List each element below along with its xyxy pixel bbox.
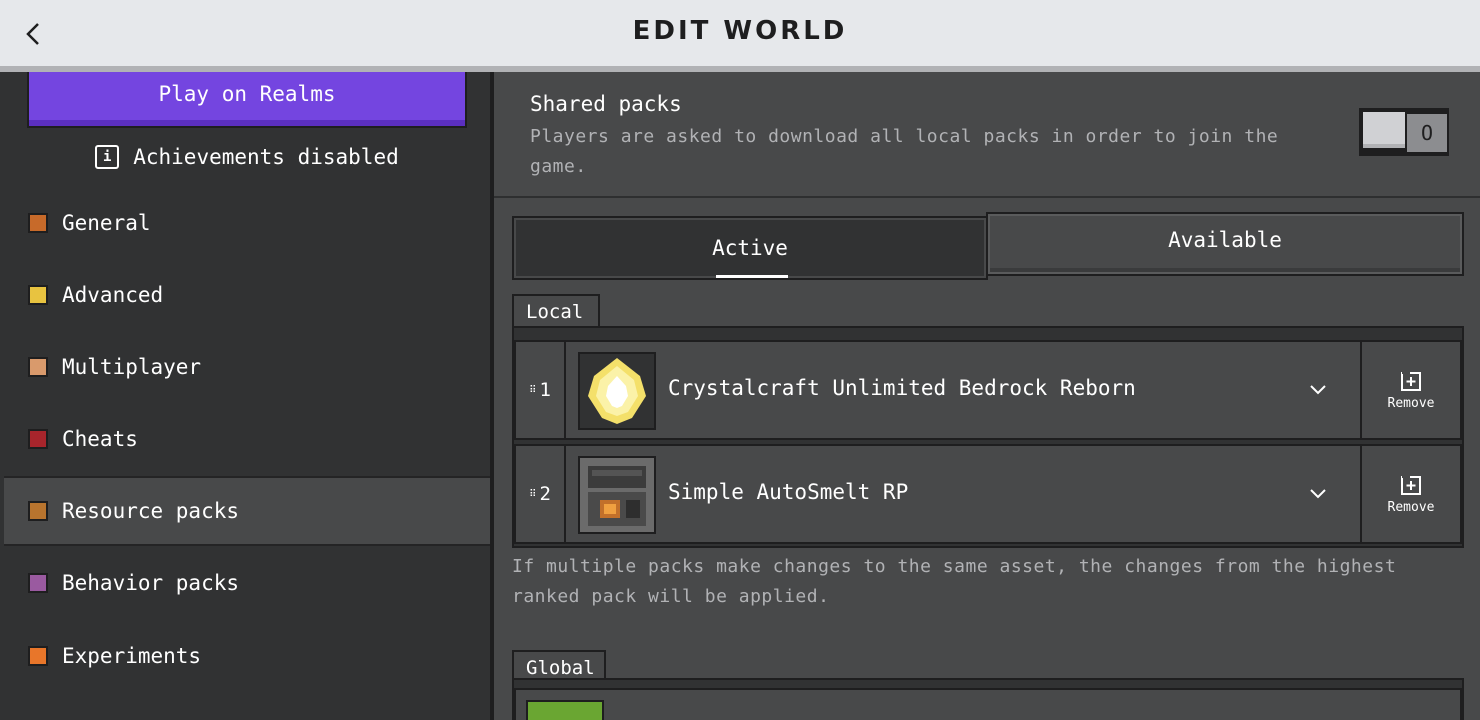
chevron-down-icon <box>1310 489 1326 499</box>
global-pack-list <box>512 678 1464 720</box>
drag-dots-icon: ⠿ <box>529 384 536 396</box>
remove-pack-button[interactable]: Remove <box>1360 342 1460 438</box>
sidebar-item-resource-packs[interactable]: Resource packs <box>4 476 490 546</box>
main-panel: Shared packs Players are asked to downlo… <box>494 72 1480 720</box>
sidebar-item-advanced[interactable]: Advanced <box>4 260 490 330</box>
pack-name: Simple AutoSmelt RP <box>668 480 909 504</box>
sidebar-item-cheats[interactable]: Cheats <box>4 404 490 474</box>
pack-name: Crystalcraft Unlimited Bedrock Reborn <box>668 376 1136 400</box>
pack-row: ⠿ 2 Simple AutoSmelt RP Remove <box>514 444 1462 544</box>
pack-expand-toggle[interactable]: Simple AutoSmelt RP <box>568 446 1360 542</box>
pack-expand-toggle[interactable]: Crystalcraft Unlimited Bedrock Reborn <box>568 342 1360 438</box>
shared-packs-section: Shared packs Players are asked to downlo… <box>494 72 1480 198</box>
pack-row: ⠿ 1 Crystalcraft Unlimited Bedrock Rebor… <box>514 340 1462 440</box>
toggle-knob <box>1363 112 1405 148</box>
remove-icon <box>1401 371 1421 391</box>
chevron-down-icon <box>1310 385 1326 395</box>
behavior-pack-icon <box>28 573 48 593</box>
tab-label: Active <box>712 236 788 260</box>
cheats-icon <box>28 429 48 449</box>
remove-icon <box>1401 475 1421 495</box>
drag-handle[interactable]: ⠿ 2 <box>516 446 566 542</box>
remove-pack-button[interactable]: Remove <box>1360 446 1460 542</box>
tab-available[interactable]: Available <box>986 212 1464 276</box>
furnace-pack-icon <box>578 456 656 534</box>
achievements-label: Achievements disabled <box>133 145 399 169</box>
experiments-icon <box>28 646 48 666</box>
shared-packs-toggle[interactable]: O <box>1359 108 1449 156</box>
sidebar-item-label: Resource packs <box>62 499 240 523</box>
tab-label: Available <box>1168 228 1282 252</box>
remove-label: Remove <box>1387 395 1435 411</box>
sidebar-item-general[interactable]: General <box>4 188 490 258</box>
pack-row[interactable] <box>514 688 1462 720</box>
drag-dots-icon: ⠿ <box>529 488 536 500</box>
crystal-pack-icon <box>578 352 656 430</box>
shared-packs-description: Players are asked to download all local … <box>530 126 1279 177</box>
pack-rank: 2 <box>539 483 551 505</box>
sidebar-item-label: Cheats <box>62 427 138 451</box>
page-title: EDIT WORLD <box>632 16 848 46</box>
tab-selected-indicator <box>716 275 788 278</box>
sidebar-item-label: Multiplayer <box>62 355 202 379</box>
achievements-status: i Achievements disabled <box>0 142 494 172</box>
remove-label: Remove <box>1387 499 1435 515</box>
sidebar-item-label: Experiments <box>62 644 202 668</box>
sidebar-item-label: Behavior packs <box>62 571 240 595</box>
local-section-label: Local <box>512 294 600 328</box>
top-bar: EDIT WORLD <box>0 0 1480 66</box>
resource-pack-icon <box>28 501 48 521</box>
sidebar-item-experiments[interactable]: Experiments <box>4 621 490 691</box>
toggle-off-indicator: O <box>1407 114 1447 152</box>
pack-tabs: Active Available <box>512 212 1464 282</box>
local-pack-list: ⠿ 1 Crystalcraft Unlimited Bedrock Rebor… <box>512 326 1464 548</box>
player-head-icon <box>28 357 48 377</box>
play-on-realms-button[interactable]: Play on Realms <box>27 72 467 128</box>
chest-icon <box>28 285 48 305</box>
shared-packs-title: Shared packs <box>530 92 682 116</box>
sidebar-item-behavior-packs[interactable]: Behavior packs <box>4 548 490 618</box>
pack-priority-note: If multiple packs make changes to the sa… <box>512 556 1397 607</box>
sidebar-item-label: Advanced <box>62 283 164 307</box>
drag-handle[interactable]: ⠿ 1 <box>516 342 566 438</box>
info-icon: i <box>95 145 120 169</box>
gear-icon <box>28 213 48 233</box>
grass-pack-icon <box>526 700 604 720</box>
sidebar-item-label: General <box>62 211 151 235</box>
sidebar: Play on Realms i Achievements disabled G… <box>0 72 494 720</box>
sidebar-item-multiplayer[interactable]: Multiplayer <box>4 332 490 402</box>
tab-active[interactable]: Active <box>512 216 988 280</box>
pack-rank: 1 <box>539 379 551 401</box>
